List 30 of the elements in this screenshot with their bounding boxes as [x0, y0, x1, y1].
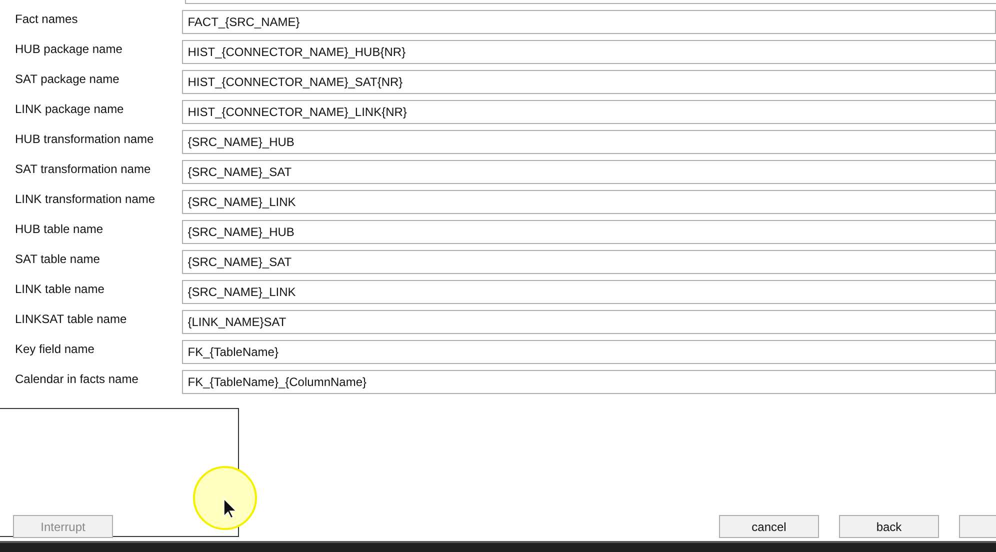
field-label: Calendar in facts name [14, 371, 140, 387]
field-label: Key field name [14, 341, 96, 357]
input-field[interactable]: HIST_{CONNECTOR_NAME}_HUB{NR} [182, 40, 996, 64]
field-label: Fact names [14, 11, 79, 27]
field-label: LINK transformation name [14, 191, 156, 207]
field-label: LINK table name [14, 281, 106, 297]
input-field[interactable]: {SRC_NAME}_LINK [182, 280, 996, 304]
field-label: HUB package name [14, 41, 124, 57]
field-label: HUB transformation name [14, 131, 155, 147]
field-label: SAT package name [14, 71, 120, 87]
input-field[interactable]: {SRC_NAME}_HUB [182, 130, 996, 154]
dialog-button[interactable]: back [839, 515, 939, 538]
input-field[interactable]: HIST_{CONNECTOR_NAME}_LINK{NR} [182, 100, 996, 124]
field-label: LINKSAT table name [14, 311, 128, 327]
input-field[interactable]: FACT_{SRC_NAME} [182, 10, 996, 34]
cursor-highlight-drawing [192, 465, 258, 531]
input-field[interactable]: {SRC_NAME}_SAT [182, 160, 996, 184]
input-field[interactable]: {SRC_NAME}_SAT [182, 250, 996, 274]
input-field[interactable]: HIST_{CONNECTOR_NAME}_SAT{NR} [182, 70, 996, 94]
dialog-button[interactable]: cancel [719, 515, 819, 538]
dialog-button[interactable] [959, 515, 996, 538]
input-field[interactable]: {LINK_NAME}SAT [182, 310, 996, 334]
field-label: SAT table name [14, 251, 101, 267]
input-field[interactable]: FK_{TableName} [182, 340, 996, 364]
field-label: SAT transformation name [14, 161, 152, 177]
field-label: LINK package name [14, 101, 125, 117]
input-field[interactable]: {SRC_NAME}_LINK [182, 190, 996, 214]
input-field[interactable]: FK_{TableName}_{ColumnName} [182, 370, 996, 394]
input-field[interactable]: {SRC_NAME}_HUB [182, 220, 996, 244]
field-label: HUB table name [14, 221, 104, 237]
